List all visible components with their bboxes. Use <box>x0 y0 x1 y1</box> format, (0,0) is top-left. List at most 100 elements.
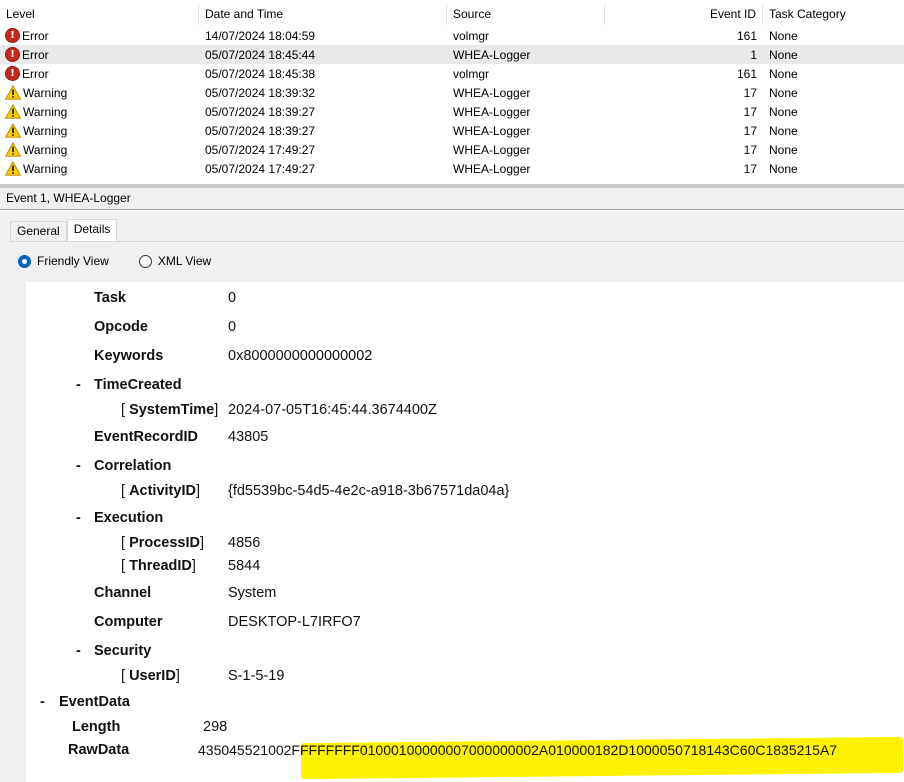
bracket-close: ] <box>200 535 205 551</box>
processid-label: ProcessID <box>129 535 200 551</box>
event-level-text: Error <box>22 66 49 81</box>
details-pane: General Details Friendly View XML View T… <box>0 211 904 782</box>
event-row[interactable]: Warning 05/07/2024 17:49:27 WHEA-Logger 17 N… <box>0 140 904 159</box>
event-row[interactable]: Warning 05/07/2024 18:39:27 WHEA-Logger 17 N… <box>0 121 904 140</box>
xml-view-label[interactable]: XML View <box>158 254 211 268</box>
security-label: Security <box>94 643 152 659</box>
threadid-label-group: [ ThreadID] <box>121 558 196 574</box>
userid-label: UserID <box>129 668 176 684</box>
event-level-cell: ! Error <box>0 66 199 81</box>
event-detail-viewer[interactable]: Task 0 Opcode 0 Keywords 0x8000000000000… <box>26 282 904 782</box>
tab-general[interactable]: General <box>10 221 67 241</box>
event-source-cell: WHEA-Logger <box>453 47 531 62</box>
tab-details[interactable]: Details <box>66 219 118 241</box>
processid-label-group: [ ProcessID] <box>121 535 204 551</box>
eventdata-collapse-toggle[interactable]: - <box>40 694 45 710</box>
friendly-view-label[interactable]: Friendly View <box>37 254 109 268</box>
event-datetime-cell: 05/07/2024 18:39:27 <box>205 123 316 138</box>
event-row[interactable]: Warning 05/07/2024 18:39:32 WHEA-Logger 17 N… <box>0 83 904 102</box>
systemtime-value: 2024-07-05T16:45:44.3674400Z <box>228 402 437 418</box>
bracket-open: [ <box>121 558 126 574</box>
rawdata-label: RawData <box>68 742 130 758</box>
computer-value: DESKTOP-L7IRFO7 <box>228 614 361 630</box>
event-level-cell: Warning <box>0 85 199 100</box>
event-level-text: Warning <box>23 161 68 176</box>
eventrecordid-value: 43805 <box>228 429 269 445</box>
warning-icon <box>5 104 21 119</box>
column-header-level[interactable]: Level <box>0 4 199 25</box>
bracket-close: ] <box>191 558 196 574</box>
event-datetime-cell: 05/07/2024 17:49:27 <box>205 161 316 176</box>
userid-value: S-1-5-19 <box>228 668 285 684</box>
keywords-label: Keywords <box>94 348 164 364</box>
friendly-view-radio[interactable] <box>18 254 31 268</box>
error-icon: ! <box>5 47 20 62</box>
event-row[interactable]: Warning 05/07/2024 17:49:27 WHEA-Logger 17 N… <box>0 159 904 178</box>
event-row[interactable]: ! Error 14/07/2024 18:04:59 volmgr 161 None <box>0 26 904 45</box>
execution-collapse-toggle[interactable]: - <box>76 510 81 526</box>
event-id-cell: 17 <box>743 123 757 138</box>
event-row[interactable]: Warning 05/07/2024 18:39:27 WHEA-Logger 17 N… <box>0 102 904 121</box>
details-tab-page: Friendly View XML View Task 0 Opcode 0 K… <box>10 241 904 782</box>
column-header-date-time[interactable]: Date and Time <box>199 4 447 25</box>
column-header-task-category[interactable]: Task Category <box>763 4 904 25</box>
bracket-open: [ <box>121 483 126 499</box>
length-value: 298 <box>203 719 228 735</box>
view-mode-options: Friendly View XML View <box>18 254 241 268</box>
eventrecordid-label: EventRecordID <box>94 429 198 445</box>
event-rows: ! Error 14/07/2024 18:04:59 volmgr 161 None! E… <box>0 26 904 178</box>
timecreated-label: TimeCreated <box>94 377 182 393</box>
event-id-cell: 1 <box>750 47 757 62</box>
timecreated-collapse-toggle[interactable]: - <box>76 377 81 393</box>
event-level-text: Warning <box>23 85 68 100</box>
event-source-cell: WHEA-Logger <box>453 142 531 157</box>
event-id-cell: 17 <box>743 85 757 100</box>
activityid-label-group: [ ActivityID] <box>121 483 200 499</box>
event-source-cell: WHEA-Logger <box>453 161 531 176</box>
column-header-event-id[interactable]: Event ID <box>605 4 763 25</box>
column-header-source[interactable]: Source <box>447 4 605 25</box>
event-row[interactable]: ! Error 05/07/2024 18:45:44 WHEA-Logger 1 Non… <box>0 45 904 64</box>
channel-label: Channel <box>94 585 152 601</box>
correlation-collapse-toggle[interactable]: - <box>76 458 81 474</box>
bracket-open: [ <box>121 402 126 418</box>
opcode-value: 0 <box>228 319 237 335</box>
event-id-cell: 17 <box>743 142 757 157</box>
event-category-cell: None <box>769 142 798 157</box>
event-category-cell: None <box>769 47 798 62</box>
event-level-cell: Warning <box>0 123 199 138</box>
event-category-cell: None <box>769 85 798 100</box>
event-list[interactable]: Level Date and Time Source Event ID Task… <box>0 0 904 182</box>
bracket-close: ] <box>175 668 180 684</box>
error-icon: ! <box>5 66 20 81</box>
event-level-text: Warning <box>23 123 68 138</box>
eventdata-label: EventData <box>59 694 130 710</box>
activityid-value: {fd5539bc-54d5-4e2c-a918-3b67571da04a} <box>228 483 510 499</box>
event-source-cell: WHEA-Logger <box>453 85 531 100</box>
task-value: 0 <box>228 290 237 306</box>
event-datetime-cell: 14/07/2024 18:04:59 <box>205 28 316 43</box>
length-label: Length <box>72 719 121 735</box>
event-level-cell: ! Error <box>0 47 199 62</box>
xml-view-radio[interactable] <box>138 254 152 268</box>
computer-label: Computer <box>94 614 163 630</box>
event-datetime-cell: 05/07/2024 18:39:32 <box>205 85 316 100</box>
details-pane-title: Event 1, WHEA-Logger <box>0 188 904 210</box>
event-row[interactable]: ! Error 05/07/2024 18:45:38 volmgr 161 None <box>0 64 904 83</box>
security-collapse-toggle[interactable]: - <box>76 643 81 659</box>
event-id-cell: 17 <box>743 104 757 119</box>
event-datetime-cell: 05/07/2024 18:39:27 <box>205 104 316 119</box>
event-category-cell: None <box>769 104 798 119</box>
warning-icon <box>5 85 21 100</box>
activityid-label: ActivityID <box>129 483 196 499</box>
event-level-text: Error <box>22 28 49 43</box>
systemtime-label-group: [ SystemTime] <box>121 402 218 418</box>
threadid-label: ThreadID <box>129 558 192 574</box>
event-source-cell: volmgr <box>453 28 490 43</box>
bracket-open: [ <box>121 668 126 684</box>
event-category-cell: None <box>769 123 798 138</box>
details-tabs: General Details <box>10 219 118 241</box>
processid-value: 4856 <box>228 535 261 551</box>
event-id-cell: 17 <box>743 161 757 176</box>
execution-label: Execution <box>94 510 164 526</box>
